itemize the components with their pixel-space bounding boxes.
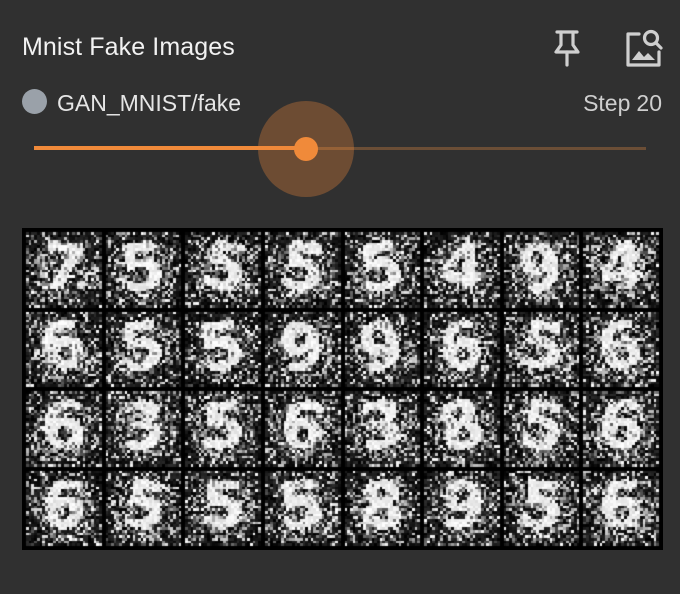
- generated-image-grid[interactable]: [22, 228, 663, 550]
- step-slider[interactable]: [34, 100, 646, 200]
- image-search-icon: [626, 29, 663, 67]
- pin-button[interactable]: [545, 26, 589, 70]
- image-search-button[interactable]: [621, 26, 665, 70]
- fake-digits-image: [22, 228, 663, 550]
- slider-thumb[interactable]: [294, 137, 318, 161]
- pin-icon: [554, 30, 580, 67]
- card-title: Mnist Fake Images: [22, 33, 235, 61]
